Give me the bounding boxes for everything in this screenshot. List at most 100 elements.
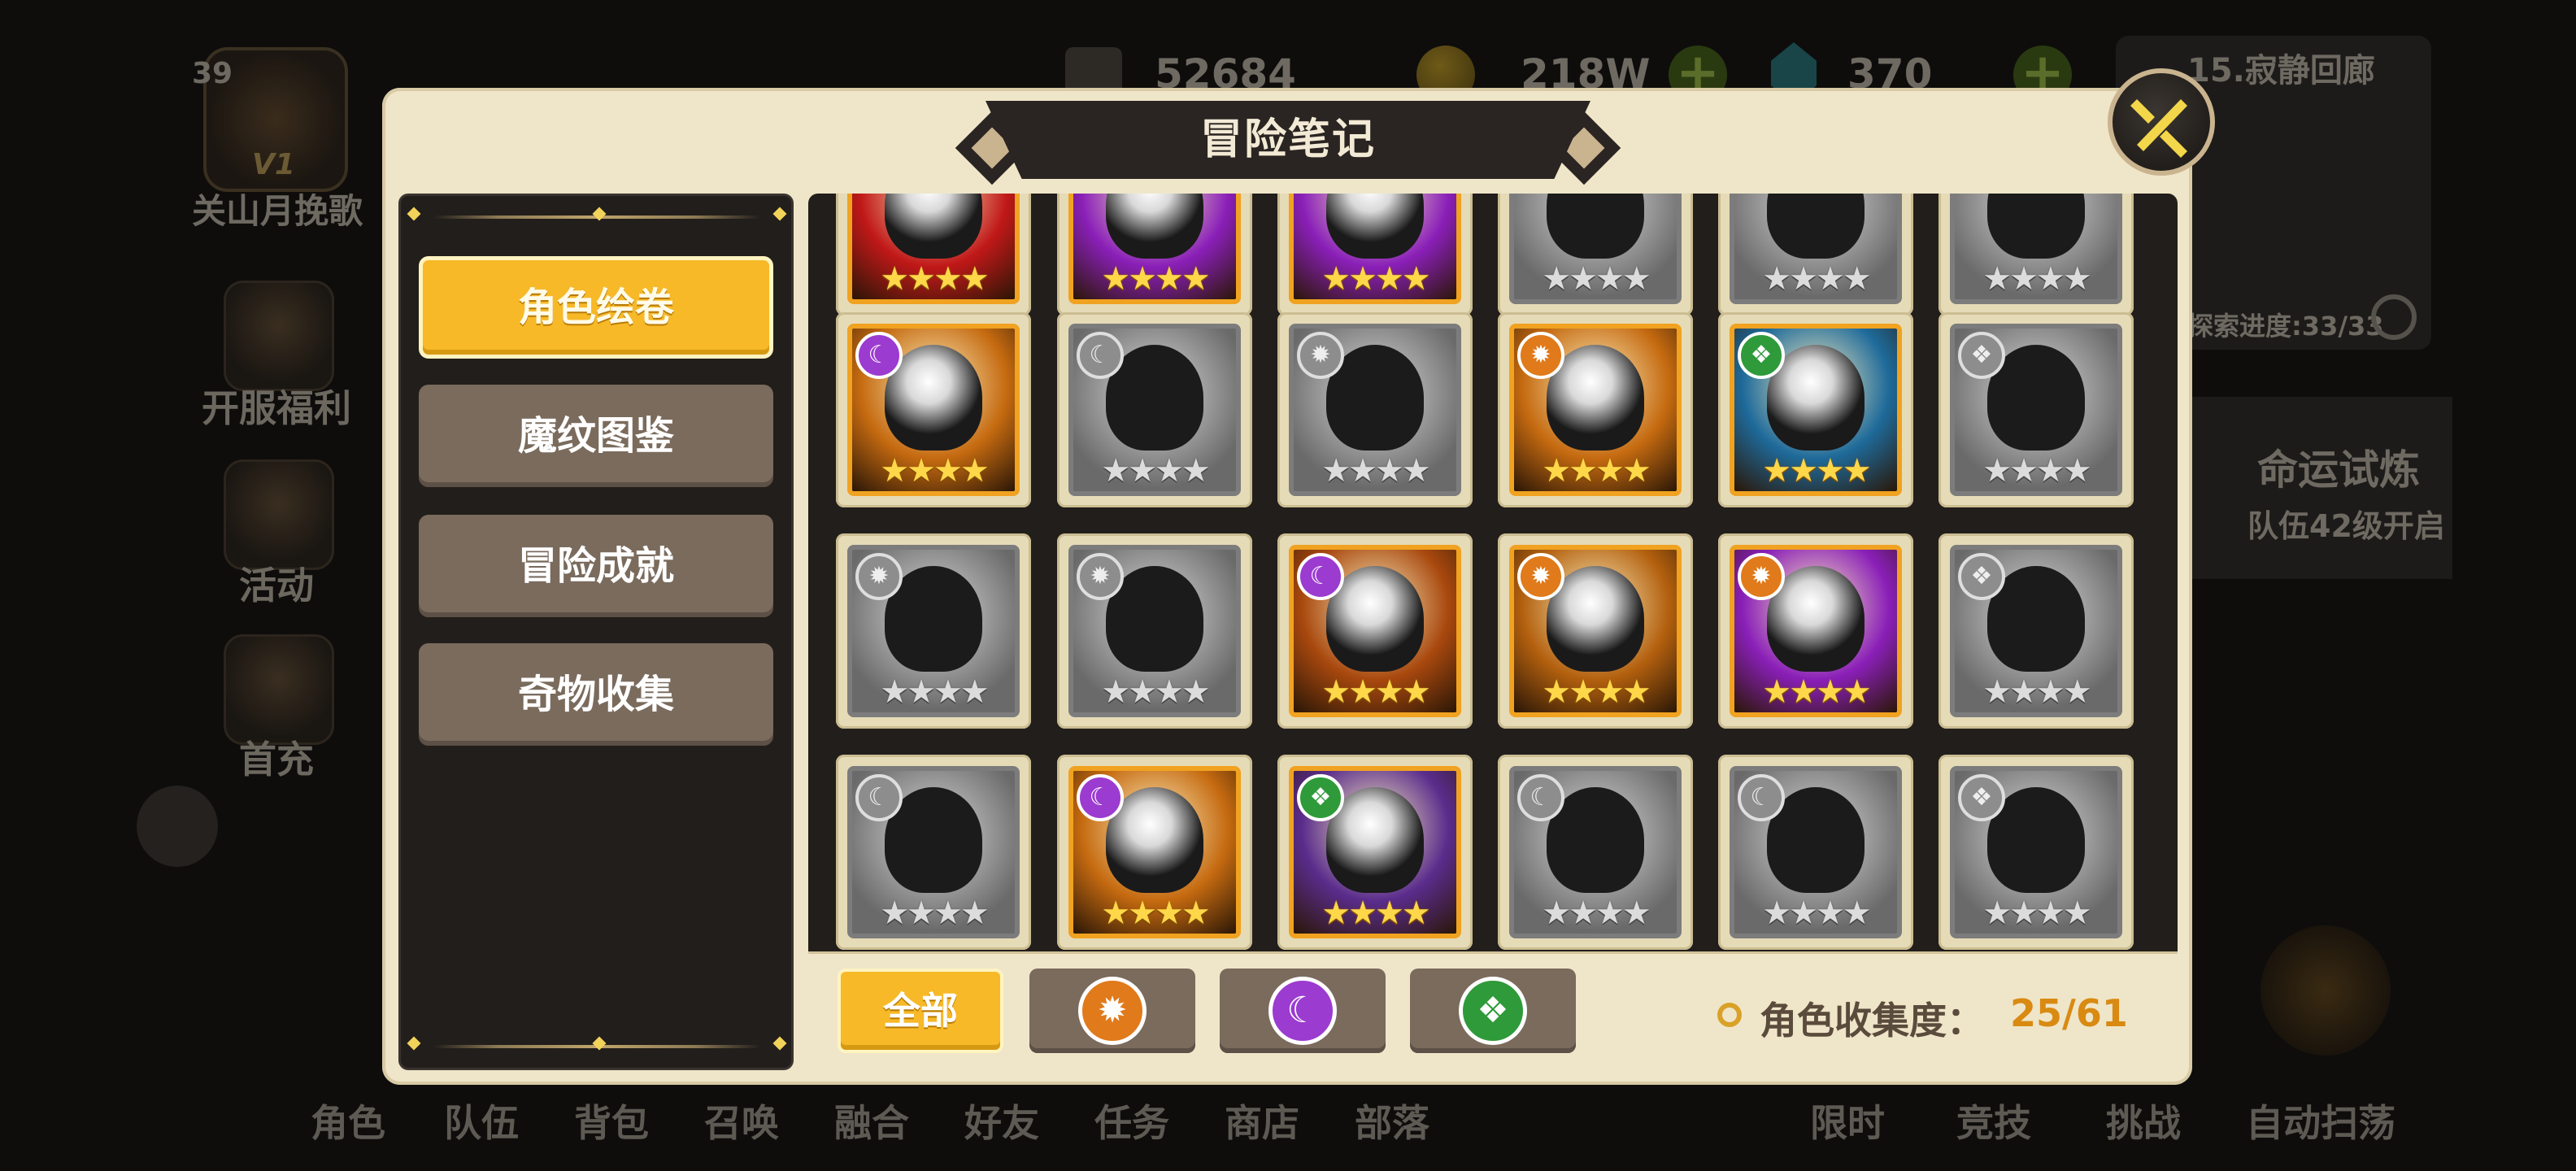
hero-card[interactable]: ☾ ★★★★ [1498,755,1693,950]
nav-shop[interactable]: 商店 [1225,1094,1299,1147]
star-rating: ★★★★ [1982,260,2091,298]
hero-card[interactable]: ❖ ★★★★ [1939,533,2134,729]
chat-icon[interactable] [137,786,218,867]
hero-card[interactable]: ★★★★ [1939,194,2134,316]
star-rating: ★★★★ [880,452,989,490]
hero-portrait-frame: ✹ ★★★★ [1509,324,1682,496]
sun-faction-icon: ✹ [1738,553,1785,600]
hero-portrait-frame: ✹ ★★★★ [1068,545,1241,717]
hero-card[interactable]: ☾ ★★★★ [1718,755,1913,950]
moon-faction-icon: ☾ [1297,553,1344,600]
auto-sweep-icon[interactable] [2261,925,2391,1056]
hero-card[interactable]: ❖ ★★★★ [1718,312,1913,507]
star-rating: ★★★★ [1542,673,1651,711]
vip-badge: V1 [252,148,295,181]
nature-faction-icon: ❖ [1738,332,1785,379]
tab-rune-codex[interactable]: 魔纹图鉴 [419,385,773,487]
hero-portrait [1767,194,1865,259]
hero-card[interactable]: ☾ ★★★★ [1277,533,1473,729]
hero-card[interactable]: ☾ ★★★★ [836,755,1031,950]
fate-trial-hint: 队伍42级开启 [2247,508,2445,544]
sun-faction-icon: ✹ [1517,553,1564,600]
hero-card[interactable]: ✹ ★★★★ [1498,312,1693,507]
ornament-dot [772,1036,787,1051]
first-recharge-icon[interactable] [224,634,334,745]
filter-moon-button[interactable]: ☾ [1220,969,1386,1053]
hero-portrait-frame: ★★★★ [1950,194,2122,304]
hero-portrait-frame: ✹ ★★★★ [1730,545,1902,717]
tab-curio-collection[interactable]: 奇物收集 [419,643,773,746]
hero-portrait-frame: ★★★★ [1509,194,1682,304]
nav-arena[interactable]: 竞技 [1956,1094,2031,1147]
filter-all-button[interactable]: 全部 [838,969,1003,1053]
moon-faction-icon: ☾ [855,774,903,821]
hero-portrait-frame: ☾ ★★★★ [1068,766,1241,938]
hero-card[interactable]: ✹ ★★★★ [1277,312,1473,507]
moon-faction-icon: ☾ [1738,774,1785,821]
star-rating: ★★★★ [1101,673,1210,711]
sun-faction-icon: ✹ [1077,553,1124,600]
hero-card[interactable]: ★★★★ [836,194,1031,316]
modal-title: 冒险笔记 [1199,115,1376,164]
hero-card[interactable]: ★★★★ [1498,194,1693,316]
star-rating: ★★★★ [1542,260,1651,298]
hero-portrait [1106,194,1203,259]
events-icon[interactable] [224,459,334,570]
nav-hero[interactable]: 角色 [311,1094,385,1147]
sun-faction-icon: ✹ [1297,332,1344,379]
hero-card[interactable]: ★★★★ [1277,194,1473,316]
close-button[interactable] [2108,68,2215,176]
nav-summon[interactable]: 召唤 [704,1094,779,1147]
hero-card[interactable]: ★★★★ [1057,194,1252,316]
hero-portrait-frame: ☾ ★★★★ [847,766,1020,938]
hero-portrait [1326,194,1424,259]
star-rating: ★★★★ [1321,260,1430,298]
hero-card[interactable]: ✹ ★★★★ [1057,533,1252,729]
hero-portrait [885,194,982,259]
hero-card[interactable]: ★★★★ [1718,194,1913,316]
nature-faction-icon: ❖ [1297,774,1344,821]
hero-portrait-frame: ★★★★ [1289,194,1461,304]
nav-friends[interactable]: 好友 [964,1094,1039,1147]
nav-tribe[interactable]: 部落 [1355,1094,1429,1147]
hero-card[interactable]: ✹ ★★★★ [1718,533,1913,729]
hero-portrait-frame: ❖ ★★★★ [1730,324,1902,496]
hero-card[interactable]: ✹ ★★★★ [836,533,1031,729]
nav-limited[interactable]: 限时 [1810,1094,1885,1147]
hero-portrait-frame: ❖ ★★★★ [1950,545,2122,717]
star-rating: ★★★★ [1762,260,1871,298]
nav-quests[interactable]: 任务 [1094,1094,1169,1147]
nav-bag[interactable]: 背包 [574,1094,649,1147]
hero-grid[interactable]: ★★★★ ★★★★ ★★★★ ★★★★ ★★★★ ★★★★ ☾ ★★★★ ☾ ★★★★ ✹ ★★★★ ✹… [808,194,2178,955]
hero-card[interactable]: ❖ ★★★★ [1939,755,2134,950]
launch-bonus-icon[interactable] [224,281,334,391]
player-name: 关山月挽歌 [192,191,363,231]
tab-achievements[interactable]: 冒险成就 [419,515,773,617]
hero-portrait-frame: ☾ ★★★★ [847,324,1020,496]
hero-card[interactable]: ☾ ★★★★ [1057,312,1252,507]
star-rating: ★★★★ [1101,452,1210,490]
hero-card[interactable]: ☾ ★★★★ [836,312,1031,507]
nav-team[interactable]: 队伍 [444,1094,519,1147]
hero-card[interactable]: ✹ ★★★★ [1498,533,1693,729]
star-rating: ★★★★ [880,673,989,711]
tab-hero-gallery[interactable]: 角色绘卷 [419,256,773,359]
search-icon[interactable] [2371,294,2417,340]
hero-card[interactable]: ☾ ★★★★ [1057,755,1252,950]
star-rating: ★★★★ [1982,673,2091,711]
fate-trial-title: 命运试炼 [2257,446,2420,494]
hero-portrait-frame: ★★★★ [1068,194,1241,304]
nav-auto-sweep[interactable]: 自动扫荡 [2246,1094,2395,1147]
nav-challenge[interactable]: 挑战 [2106,1094,2181,1147]
hero-portrait-frame: ❖ ★★★★ [1950,324,2122,496]
filter-sun-button[interactable]: ✹ [1029,969,1195,1053]
hero-portrait-frame: ✹ ★★★★ [1289,324,1461,496]
nav-fusion[interactable]: 融合 [834,1094,909,1147]
hero-card[interactable]: ❖ ★★★★ [1277,755,1473,950]
star-rating: ★★★★ [1101,260,1210,298]
star-rating: ★★★★ [1982,895,2091,932]
filter-nature-button[interactable]: ❖ [1410,969,1576,1053]
collection-value: 25/61 [2010,991,2128,1035]
hero-card[interactable]: ❖ ★★★★ [1939,312,2134,507]
star-rating: ★★★★ [1542,895,1651,932]
